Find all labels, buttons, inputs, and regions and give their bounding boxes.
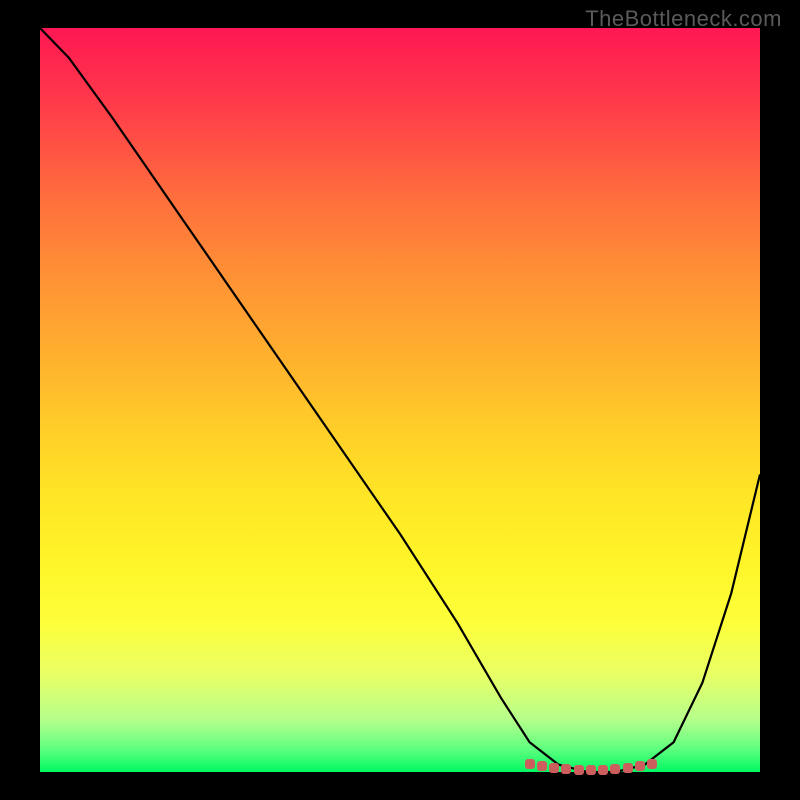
chart-plot-area [40,28,760,772]
optimal-range-markers [530,765,652,775]
optimal-marker-dot [623,763,633,773]
optimal-marker-dot [525,759,535,769]
optimal-marker-dot [647,759,657,769]
optimal-marker-dot [561,764,571,774]
optimal-marker-dot [635,761,645,771]
optimal-marker-dot [586,765,596,775]
optimal-marker-dot [610,764,620,774]
optimal-marker-dot [598,765,608,775]
optimal-marker-dot [574,765,584,775]
watermark-text: TheBottleneck.com [585,6,782,32]
chart-curve [40,28,760,772]
optimal-marker-dot [549,763,559,773]
optimal-marker-dot [537,761,547,771]
